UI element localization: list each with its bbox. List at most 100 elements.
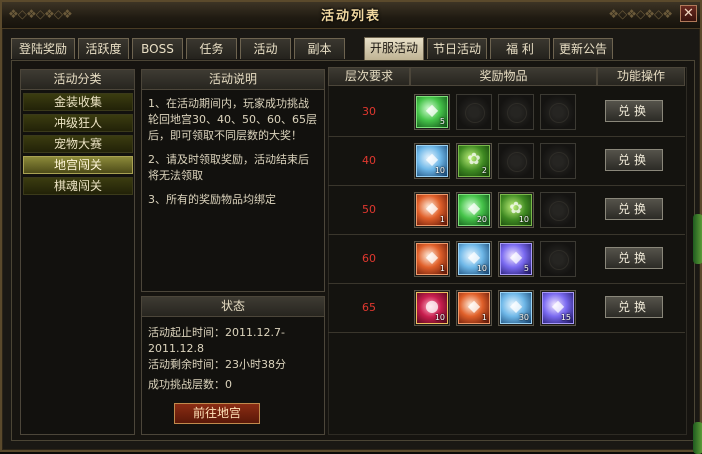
remaining-time: 活动剩余时间：23小时38分 bbox=[148, 358, 286, 371]
tab-quest[interactable]: 任务 bbox=[186, 38, 237, 59]
level-requirement: 60 bbox=[362, 252, 376, 265]
vine-decoration bbox=[693, 214, 702, 264]
level-requirement: 30 bbox=[362, 105, 376, 118]
description-rule-1: 1、在活动期间内，玩家成功挑战轮回地宫30、40、50、60、65层后，即可领取… bbox=[148, 97, 317, 142]
description-text: 1、在活动期间内，玩家成功挑战轮回地宫30、40、50、60、65层后，即可领取… bbox=[148, 96, 318, 216]
tab-label: 活跃度 bbox=[85, 42, 122, 56]
exchange-button[interactable]: 兑换 bbox=[605, 296, 663, 318]
exchange-button[interactable]: 兑换 bbox=[605, 247, 663, 269]
green-herb-icon: ✿ 2 bbox=[458, 145, 490, 177]
header-level: 层次要求 bbox=[328, 67, 410, 86]
description-header: 活动说明 bbox=[142, 70, 324, 90]
description-rule-3: 3、所有的奖励物品均绑定 bbox=[148, 193, 276, 206]
tab-login-reward[interactable]: 登陆奖励 bbox=[11, 38, 75, 59]
blue-crystal-icon: ◆ 10 bbox=[458, 243, 490, 275]
category-label: 地宫闯关 bbox=[53, 158, 102, 172]
reward-slot[interactable]: ✿ 2 bbox=[456, 143, 492, 179]
title-bar[interactable]: ❖◇❖◇❖◇❖ ❖◇❖◇❖◇❖ 活动列表 ✕ bbox=[2, 2, 700, 29]
level-requirement: 50 bbox=[362, 203, 376, 216]
exchange-button[interactable]: 兑换 bbox=[605, 149, 663, 171]
category-item-underground-palace[interactable]: 地宫闯关 bbox=[23, 156, 133, 174]
reward-slot[interactable]: ◆ 1 bbox=[414, 241, 450, 277]
category-item-level-rush[interactable]: 冲级狂人 bbox=[23, 114, 133, 132]
header-action: 功能操作 bbox=[597, 67, 685, 86]
reward-slot[interactable]: ● 10 bbox=[414, 290, 450, 326]
empty-slot bbox=[540, 192, 576, 228]
red-crystal-icon: ◆ 1 bbox=[458, 292, 490, 324]
blue-crystal-icon: ◆ 30 bbox=[500, 292, 532, 324]
tab-label: 更新公告 bbox=[558, 42, 607, 56]
description-panel: 活动说明 1、在活动期间内，玩家成功挑战轮回地宫30、40、50、60、65层后… bbox=[141, 69, 325, 292]
reward-slot[interactable]: ◆ 10 bbox=[414, 143, 450, 179]
item-count: 10 bbox=[476, 264, 487, 273]
empty-slot bbox=[540, 143, 576, 179]
item-count: 15 bbox=[560, 313, 571, 322]
tab-welfare[interactable]: 福 利 bbox=[490, 38, 550, 59]
cleared-floors: 成功挑战层数：0 bbox=[148, 378, 232, 391]
reward-slot[interactable]: ◆ 5 bbox=[414, 94, 450, 130]
tab-activity-points[interactable]: 活跃度 bbox=[78, 38, 129, 59]
category-label: 冲级狂人 bbox=[53, 116, 102, 130]
item-count: 10 bbox=[434, 166, 445, 175]
item-count: 5 bbox=[523, 264, 529, 273]
empty-slot bbox=[456, 94, 492, 130]
item-count: 1 bbox=[481, 313, 487, 322]
reward-slot[interactable]: ✿ 10 bbox=[498, 192, 534, 228]
empty-slot bbox=[540, 241, 576, 277]
ruby-orb-icon: ● 10 bbox=[416, 292, 448, 324]
vine-decoration bbox=[693, 422, 702, 454]
level-requirement: 65 bbox=[362, 301, 376, 314]
window-title: 活动列表 bbox=[320, 9, 381, 24]
reward-slot[interactable]: ◆ 10 bbox=[456, 241, 492, 277]
green-crystal-icon: ◆ 20 bbox=[458, 194, 490, 226]
reward-slot[interactable]: ◆ 1 bbox=[456, 290, 492, 326]
violet-crystal-icon: ◆ 5 bbox=[500, 243, 532, 275]
close-button[interactable]: ✕ bbox=[680, 5, 697, 22]
reward-slot[interactable]: ◆ 15 bbox=[540, 290, 576, 326]
go-to-palace-button[interactable]: 前往地宫 bbox=[174, 403, 260, 424]
tab-label: 登陆奖励 bbox=[18, 42, 67, 56]
exchange-button[interactable]: 兑换 bbox=[605, 198, 663, 220]
reward-slot[interactable]: ◆ 20 bbox=[456, 192, 492, 228]
tab-server-open-events[interactable]: 开服活动 bbox=[364, 37, 424, 60]
item-count: 1 bbox=[439, 215, 445, 224]
reward-table-header: 层次要求 奖励物品 功能操作 bbox=[328, 67, 685, 86]
category-item-gold-set[interactable]: 金装收集 bbox=[23, 93, 133, 111]
blue-crystal-icon: ◆ 10 bbox=[416, 145, 448, 177]
empty-slot bbox=[540, 94, 576, 130]
tab-boss[interactable]: BOSS bbox=[132, 38, 183, 59]
tab-update-notes[interactable]: 更新公告 bbox=[553, 38, 613, 59]
item-count: 1 bbox=[439, 264, 445, 273]
tab-label: 福 利 bbox=[506, 42, 534, 56]
content-area: 活动分类 金装收集 冲级狂人 宠物大赛 地宫闯关 棋魂闯关 活动说明 1、在活动… bbox=[11, 60, 695, 441]
item-count: 10 bbox=[518, 215, 529, 224]
tab-holiday-events[interactable]: 节日活动 bbox=[427, 38, 487, 59]
close-icon: ✕ bbox=[683, 6, 694, 21]
tab-events[interactable]: 活动 bbox=[240, 38, 291, 59]
reward-row: 60 ◆ 1 ◆ 10 ◆ 5 兑换 bbox=[328, 235, 685, 284]
category-label: 金装收集 bbox=[53, 95, 102, 109]
exchange-button[interactable]: 兑换 bbox=[605, 100, 663, 122]
category-label: 棋魂闯关 bbox=[53, 179, 102, 193]
red-crystal-icon: ◆ 1 bbox=[416, 243, 448, 275]
activity-list-window: ❖◇❖◇❖◇❖ ❖◇❖◇❖◇❖ 活动列表 ✕ 登陆奖励 活跃度 BOSS 任务 … bbox=[0, 0, 702, 454]
reward-slot[interactable]: ◆ 5 bbox=[498, 241, 534, 277]
green-crystal-icon: ◆ 5 bbox=[416, 96, 448, 128]
reward-slot[interactable]: ◆ 1 bbox=[414, 192, 450, 228]
tab-dungeon[interactable]: 副本 bbox=[294, 38, 345, 59]
category-item-chess-soul[interactable]: 棋魂闯关 bbox=[23, 177, 133, 195]
reward-row: 50 ◆ 1 ◆ 20 ✿ 10 兑换 bbox=[328, 186, 685, 235]
red-crystal-icon: ◆ 1 bbox=[416, 194, 448, 226]
item-count: 20 bbox=[476, 215, 487, 224]
item-count: 10 bbox=[434, 313, 445, 322]
green-herb-icon: ✿ 10 bbox=[500, 194, 532, 226]
category-item-pet-contest[interactable]: 宠物大赛 bbox=[23, 135, 133, 153]
category-header: 活动分类 bbox=[21, 70, 134, 90]
reward-slot[interactable]: ◆ 30 bbox=[498, 290, 534, 326]
activity-period: 活动起止时间：2011.12.7-2011.12.8 bbox=[148, 326, 285, 355]
empty-slot bbox=[498, 143, 534, 179]
status-panel: 状态 活动起止时间：2011.12.7-2011.12.8 活动剩余时间：23小… bbox=[141, 296, 325, 435]
tab-label: 副本 bbox=[307, 42, 332, 56]
category-label: 宠物大赛 bbox=[53, 137, 102, 151]
tab-label: 任务 bbox=[199, 42, 224, 56]
